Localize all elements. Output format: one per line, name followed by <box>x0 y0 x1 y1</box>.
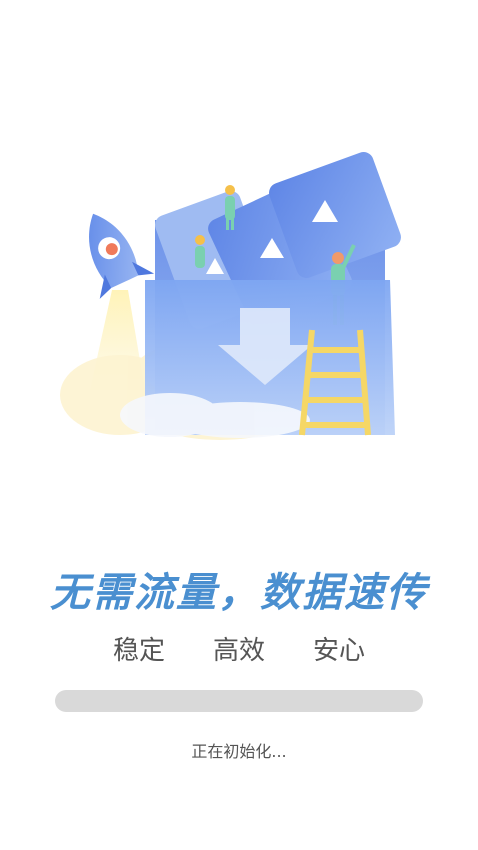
progress-bar <box>55 690 423 712</box>
person-figure <box>195 235 205 268</box>
feature-label: 高效 <box>212 636 265 666</box>
splash-illustration <box>60 152 401 440</box>
rocket-icon <box>89 213 155 299</box>
headline: 无需流量，数据速传 <box>50 570 428 616</box>
feature-list: 稳定 高效 安心 <box>0 630 478 667</box>
feature-label: 安心 <box>313 636 366 666</box>
feature-label: 稳定 <box>112 636 165 666</box>
status-text: 正在初始化... <box>191 742 287 761</box>
